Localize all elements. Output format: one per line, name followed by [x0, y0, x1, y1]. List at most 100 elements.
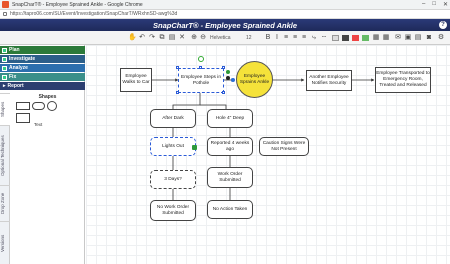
tab-shapes[interactable]: Shapes — [0, 93, 10, 125]
app-header: SnapCharT® - Employee Sprained Ankle ? — [0, 19, 450, 31]
align-left-icon[interactable]: ≡ — [282, 34, 290, 42]
italic-icon[interactable]: I — [273, 34, 281, 42]
menu-item-label: Fix — [9, 74, 17, 80]
tab-optional-techniques[interactable]: Optional Techniques — [0, 125, 10, 185]
node-hole-deep[interactable]: Hole 4" Deep — [207, 109, 253, 128]
node-no-action[interactable]: No Action Taken — [207, 200, 253, 219]
node-steps-in-pothole[interactable]: Employee Steps in Pothole — [178, 68, 224, 93]
shape-rounded-rectangle[interactable] — [32, 102, 45, 110]
node-label: No Action Taken — [212, 206, 248, 212]
settings-icon[interactable]: ⚙ — [437, 34, 445, 42]
menu-item-fix[interactable]: Fix — [0, 73, 85, 81]
node-notifies-security[interactable]: Another Employee Notifies Security — [306, 70, 352, 91]
menu-item-label: Investigate — [9, 56, 36, 62]
font-color-icon[interactable] — [362, 35, 369, 41]
rotate-handle-icon[interactable] — [198, 56, 204, 62]
bold-icon[interactable]: B — [264, 34, 272, 42]
address-bar[interactable]: https://tapro06.com/SU/Event/Investigati… — [0, 10, 450, 19]
connector-dot-icon[interactable] — [231, 78, 235, 82]
align-right-icon[interactable]: ≡ — [300, 34, 308, 42]
shape-box[interactable] — [16, 113, 30, 123]
node-label: Employee Walks to Car — [122, 74, 150, 85]
node-label: Employee Sprains Ankle — [239, 73, 270, 85]
menu-item-report[interactable]: ▸ Report — [0, 82, 85, 90]
connector-icon[interactable]: ⤷ — [310, 34, 318, 42]
align-center-icon[interactable]: ≡ — [291, 34, 299, 42]
font-size-select[interactable]: 12 — [246, 34, 260, 42]
resize-handle[interactable] — [222, 91, 225, 94]
font-family-select[interactable]: Helvetica — [210, 34, 240, 42]
menu-item-plan[interactable]: Plan — [0, 46, 85, 54]
address-url[interactable]: https://tapro06.com/SU/Event/Investigati… — [10, 11, 177, 17]
delete-icon[interactable]: ✕ — [178, 34, 186, 42]
resize-handle[interactable] — [176, 66, 179, 69]
node-after-dark[interactable]: After Dark — [150, 109, 196, 128]
check-icon — [2, 56, 7, 62]
image-icon[interactable]: ▣ — [404, 34, 412, 42]
resize-handle[interactable] — [176, 91, 179, 94]
node-sprains-ankle[interactable]: Employee Sprains Ankle — [236, 61, 273, 98]
line-color-icon[interactable] — [342, 35, 349, 41]
editor-toolbar: ✋ ↶ ↷ ⧉ ▤ ✕ ⊕ ⊖ Helvetica 12 B I ≡ ≡ ≡ ⤷… — [0, 31, 450, 45]
table-icon[interactable]: ▤ — [414, 34, 422, 42]
connector-dot-icon[interactable] — [226, 76, 230, 80]
minimize-icon[interactable]: – — [422, 1, 425, 8]
tab-drop-zone[interactable]: Drop Zone — [0, 185, 10, 221]
node-label: Hole 4" Deep — [215, 115, 245, 121]
layers-icon[interactable]: ▦ — [372, 34, 380, 42]
node-label: No Work Order Submitted — [156, 204, 190, 216]
camera-icon[interactable]: ◙ — [425, 34, 433, 42]
menu-item-analyze[interactable]: Analyze — [0, 64, 85, 72]
comment-icon[interactable]: ✉ — [394, 34, 402, 42]
node-transported[interactable]: Employee Transported to Emergency Room, … — [375, 67, 431, 93]
check-icon — [2, 47, 7, 53]
node-no-work-order[interactable]: No Work Order Submitted — [150, 200, 196, 221]
zoom-in-icon[interactable]: ⊕ — [190, 34, 198, 42]
lock-icon — [3, 12, 7, 16]
copy-icon[interactable]: ⧉ — [158, 34, 166, 42]
help-icon[interactable]: ? — [439, 21, 447, 29]
node-walks-to-car[interactable]: Employee Walks to Car — [120, 68, 152, 92]
node-label: Work Order Submitted — [217, 171, 243, 183]
highlight-color-icon[interactable] — [352, 35, 359, 41]
node-label: Employee Steps in Pothole — [181, 74, 221, 86]
node-caution-signs[interactable]: Caution Signs Were Not Present — [259, 137, 309, 156]
node-lights-out[interactable]: Lights Out — [150, 137, 196, 156]
node-label: Lights Out — [162, 143, 184, 149]
node-reported[interactable]: Reported 4 weeks ago — [207, 137, 253, 156]
menu-item-investigate[interactable]: Investigate — [0, 55, 85, 63]
diagram-canvas[interactable]: Employee Walks to Car Employee Steps in … — [86, 45, 450, 264]
browser-window-title: SnapCharT® - Employee Sprained Ankle - G… — [12, 1, 143, 8]
check-icon — [2, 74, 7, 80]
shape-rectangle[interactable] — [16, 102, 30, 110]
resize-handle[interactable] — [222, 66, 225, 69]
paste-icon[interactable]: ▤ — [168, 34, 176, 42]
node-work-order[interactable]: Work Order Submitted — [207, 167, 253, 188]
redo-icon[interactable]: ↷ — [148, 34, 156, 42]
maximize-icon[interactable]: □ — [432, 1, 436, 8]
grid-icon[interactable]: ▦ — [382, 34, 390, 42]
node-label: Employee Transported to Emergency Room, … — [376, 71, 430, 88]
node-label: After Dark — [162, 115, 184, 121]
app-logo-icon — [2, 1, 9, 8]
shapes-heading: Shapes — [38, 94, 57, 100]
connector-dot-icon[interactable] — [226, 70, 230, 74]
undo-icon[interactable]: ↶ — [138, 34, 146, 42]
tab-versions[interactable]: Versions — [0, 221, 10, 264]
close-icon[interactable]: ✕ — [443, 1, 448, 8]
hand-icon[interactable]: ✋ — [128, 34, 137, 42]
node-three-days[interactable]: 3 Days? — [150, 170, 196, 189]
fill-color-icon[interactable] — [332, 35, 339, 41]
browser-title-bar: SnapCharT® - Employee Sprained Ankle - G… — [0, 0, 450, 10]
resize-handle[interactable] — [199, 66, 202, 69]
line-style-icon[interactable]: ┄ — [320, 34, 328, 42]
shape-text[interactable]: Text — [34, 122, 42, 127]
menu-item-label: Plan — [9, 47, 20, 53]
connector-dot-icon[interactable] — [192, 145, 197, 150]
left-panel: Plan Investigate Analyze Fix ▸ Report Sh… — [0, 45, 85, 264]
shape-circle[interactable] — [47, 101, 57, 111]
node-label: 3 Days? — [164, 176, 182, 182]
node-label: Reported 4 weeks ago — [210, 140, 250, 152]
page-title: SnapCharT® - Employee Sprained Ankle — [152, 20, 298, 30]
zoom-out-icon[interactable]: ⊖ — [199, 34, 207, 42]
